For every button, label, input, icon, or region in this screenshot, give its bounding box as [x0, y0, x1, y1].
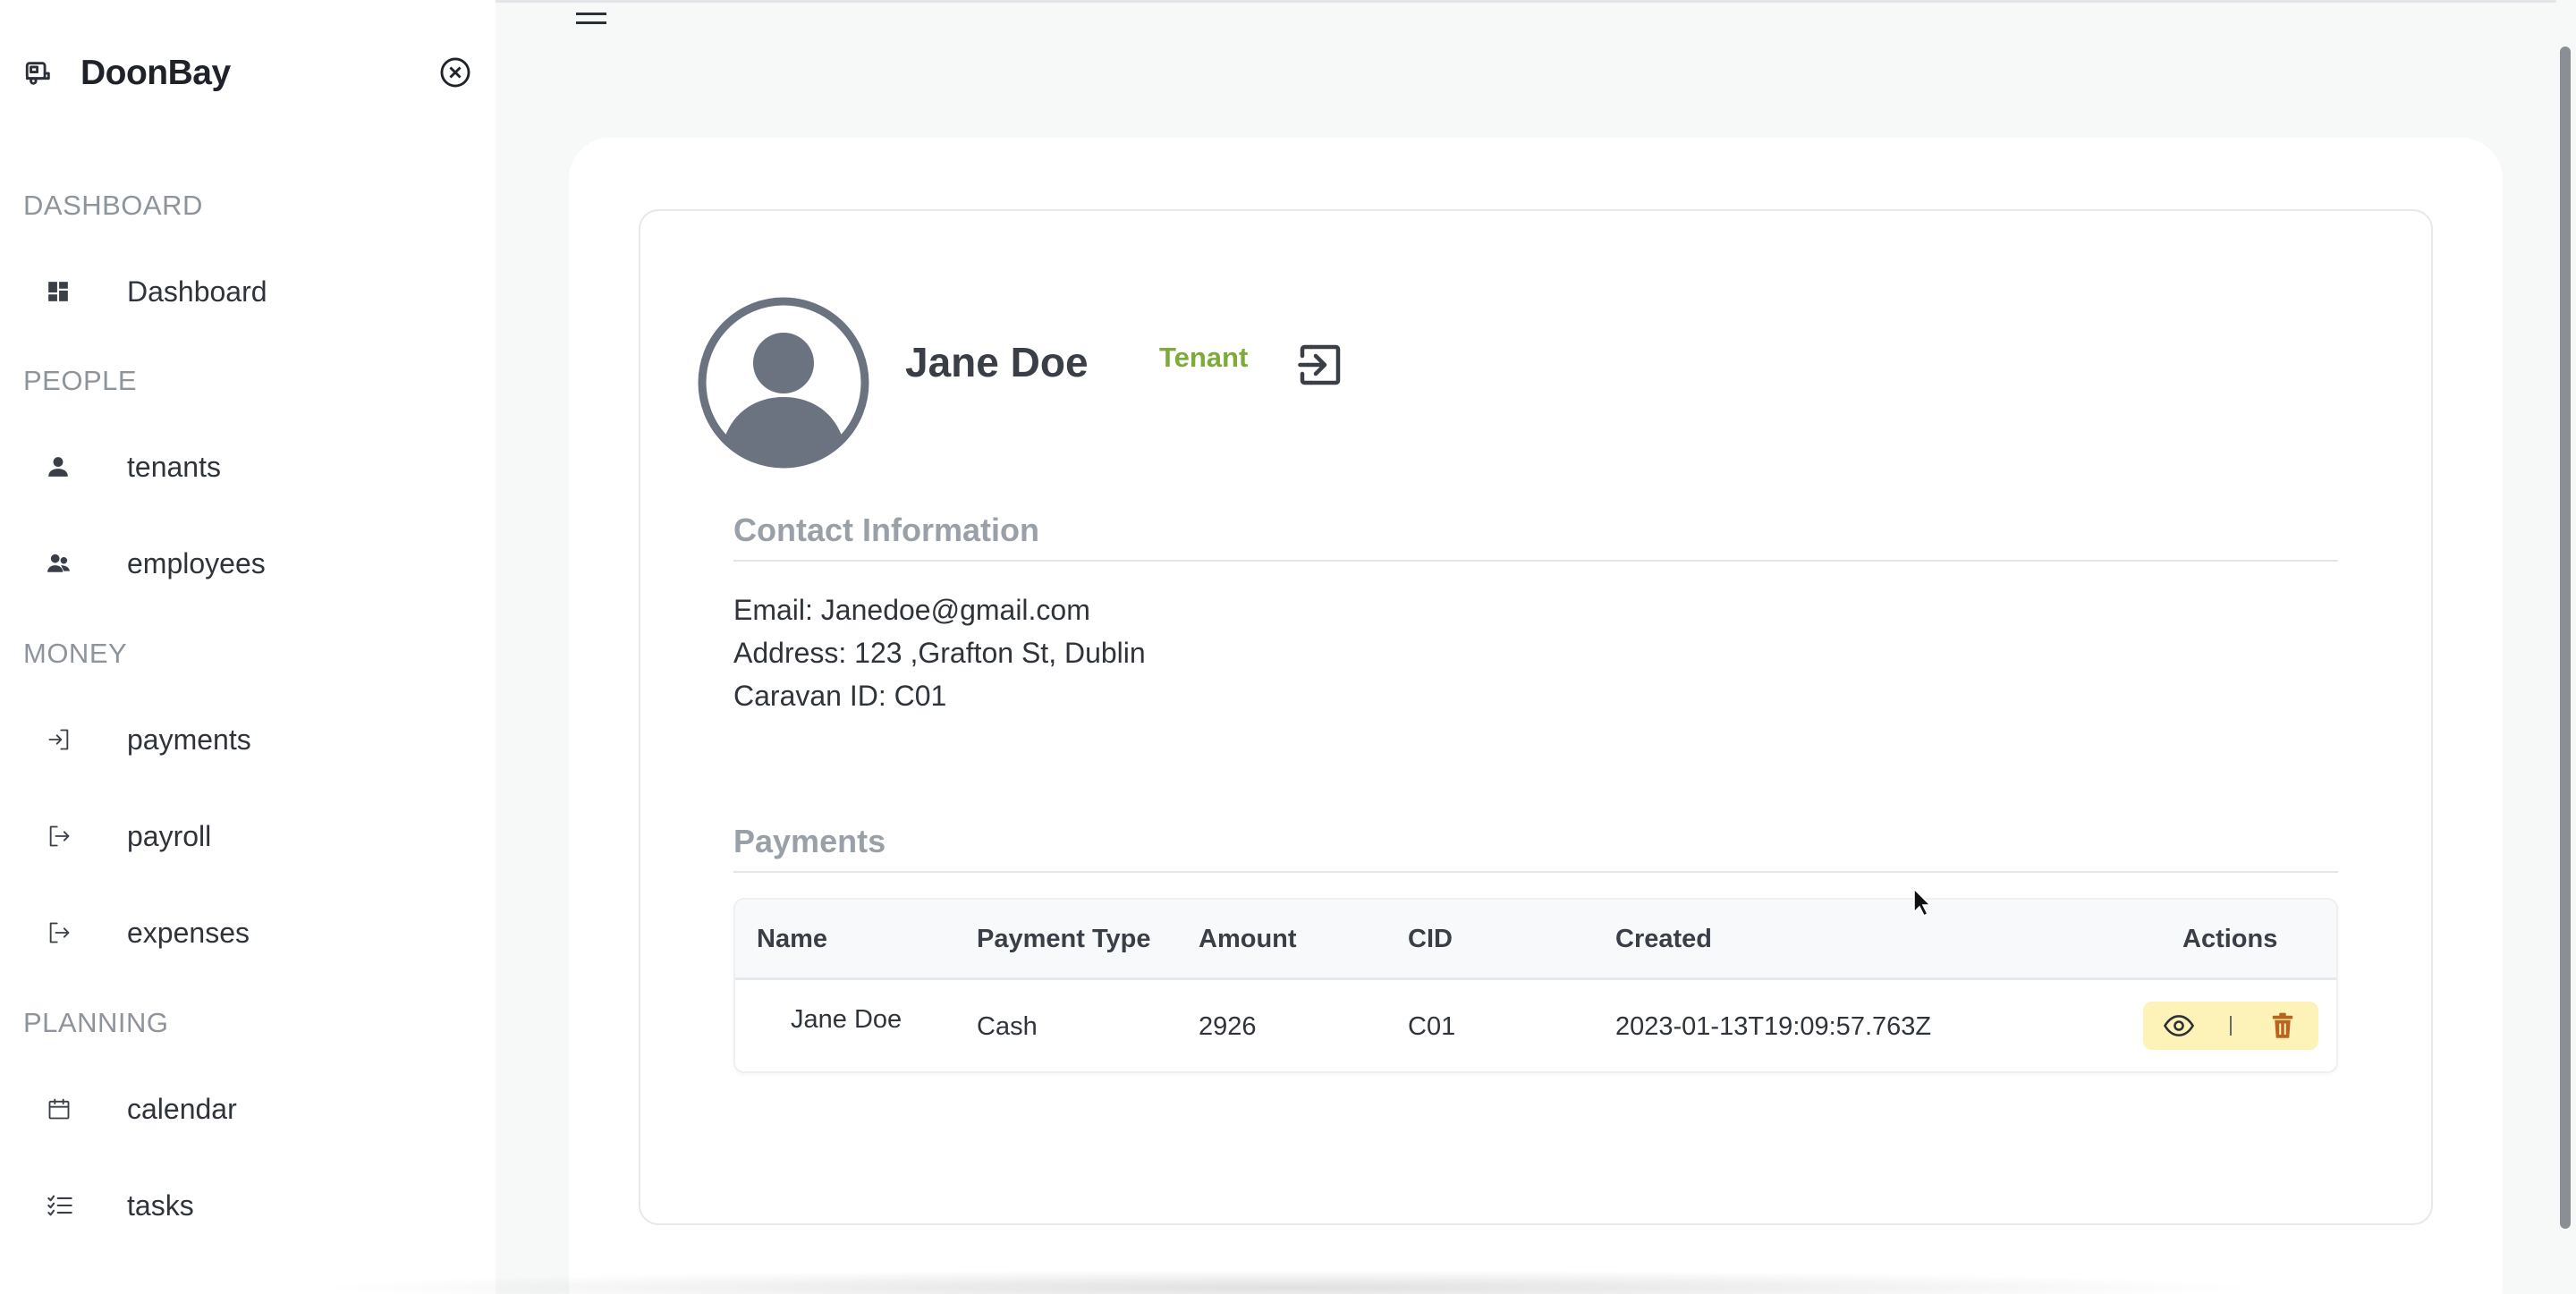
login-icon — [23, 727, 95, 752]
sidebar-item-dashboard[interactable]: Dashboard — [23, 265, 470, 318]
sidebar-item-label: tenants — [127, 450, 221, 483]
checklist-icon — [23, 1193, 95, 1218]
sidebar-item-payroll[interactable]: payroll — [23, 809, 470, 863]
sidebar-item-calendar[interactable]: calendar — [23, 1082, 470, 1136]
sidebar-item-tenants[interactable]: tenants — [23, 440, 470, 494]
row-actions — [2143, 1002, 2318, 1050]
avatar — [698, 297, 869, 469]
column-header-cid[interactable]: CID — [1408, 925, 1453, 954]
cell-created: 2023-01-13T19:09:57.763Z — [1615, 1012, 1932, 1041]
column-header-created[interactable]: Created — [1615, 925, 1712, 954]
sidebar-item-label: tasks — [127, 1188, 194, 1222]
section-label-money: MONEY — [23, 638, 128, 669]
logout-icon — [23, 824, 95, 849]
section-label-dashboard: DASHBOARD — [23, 190, 203, 221]
role-badge: Tenant — [1159, 342, 1249, 373]
contact-caravan-id: Caravan ID: C01 — [733, 680, 947, 712]
person-icon — [23, 455, 95, 478]
section-label-people: PEOPLE — [23, 365, 138, 396]
column-header-amount[interactable]: Amount — [1199, 925, 1297, 954]
column-header-actions: Actions — [2182, 925, 2278, 953]
close-sidebar-button[interactable] — [438, 55, 472, 89]
contact-address: Address: 123 ,Grafton St, Dublin — [733, 637, 1146, 669]
eye-icon[interactable] — [2163, 1010, 2195, 1042]
logout-icon — [23, 920, 95, 945]
column-header-payment-type[interactable]: Payment Type — [977, 925, 1150, 954]
payments-heading: Payments — [733, 823, 2338, 873]
trash-icon[interactable] — [2267, 1010, 2299, 1042]
section-label-planning: PLANNING — [23, 1007, 169, 1038]
cell-amount: 2926 — [1199, 1012, 1257, 1041]
contact-heading: Contact Information — [733, 512, 2338, 562]
top-divider — [496, 0, 2576, 3]
mouse-cursor-icon — [1912, 887, 1934, 918]
cell-payment-type: Cash — [977, 1012, 1038, 1041]
table-header: Name Payment Type Amount CID Created Act… — [735, 900, 2336, 980]
caravan-icon — [23, 57, 55, 89]
sidebar-item-label: calendar — [127, 1092, 237, 1125]
payments-table: Name Payment Type Amount CID Created Act… — [733, 898, 2338, 1073]
bottom-shadow — [304, 1270, 2272, 1294]
sidebar-item-label: expenses — [127, 916, 250, 949]
scrollbar-thumb[interactable] — [2560, 47, 2571, 1229]
person-name: Jane Doe — [905, 339, 1089, 385]
sidebar-item-tasks[interactable]: tasks — [23, 1179, 470, 1232]
sidebar-item-label: payments — [127, 723, 251, 756]
login-icon[interactable] — [1293, 338, 1347, 392]
menu-icon[interactable] — [576, 11, 606, 29]
brand-name: DoonBay — [80, 54, 231, 92]
cell-name: Jane Doe — [791, 1005, 902, 1034]
sidebar: DoonBay DASHBOARD Dashboard PEOPLE tenan… — [0, 0, 496, 1294]
contact-email: Email: Janedoe@gmail.com — [733, 594, 1090, 626]
brand[interactable]: DoonBay — [23, 50, 231, 97]
people-icon — [23, 552, 95, 575]
cell-cid: C01 — [1408, 1012, 1456, 1041]
sidebar-item-label: Dashboard — [127, 275, 267, 308]
calendar-icon — [23, 1096, 95, 1121]
sidebar-item-expenses[interactable]: expenses — [23, 906, 470, 960]
sidebar-item-employees[interactable]: employees — [23, 537, 470, 590]
sidebar-item-label: payroll — [127, 819, 212, 852]
sidebar-item-label: employees — [127, 546, 266, 579]
grid-icon — [23, 280, 95, 303]
action-divider — [2230, 1016, 2232, 1036]
column-header-name[interactable]: Name — [757, 925, 827, 954]
sidebar-item-payments[interactable]: payments — [23, 713, 470, 766]
